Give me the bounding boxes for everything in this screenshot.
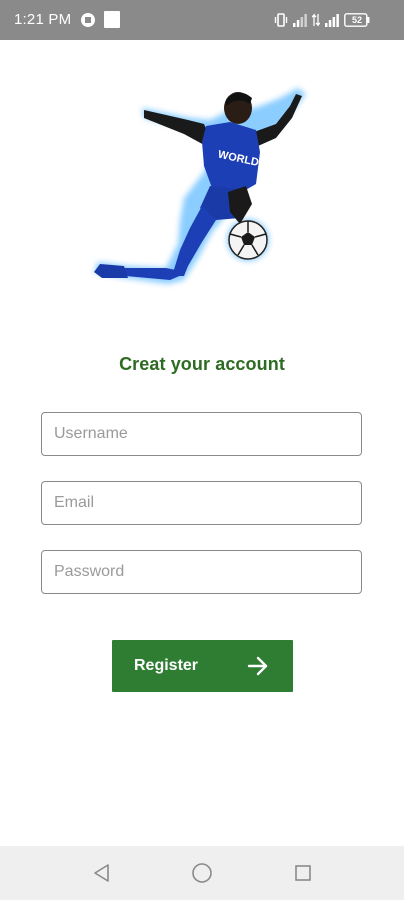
recents-icon[interactable]: [290, 860, 316, 886]
battery-icon: 52: [344, 13, 392, 27]
arrow-right-icon: [247, 655, 269, 677]
data-transfer-icon: [312, 13, 320, 27]
status-bar: 1:21 PM 52: [0, 0, 404, 40]
username-input[interactable]: [41, 412, 362, 456]
navigation-bar: [0, 846, 404, 900]
soccer-player-image: WORLD: [80, 80, 330, 310]
notification-square-icon: [104, 11, 120, 28]
status-time: 1:21 PM: [14, 11, 72, 28]
password-input[interactable]: [41, 550, 362, 594]
register-button-label: Register: [134, 657, 199, 674]
vibrate-icon: [274, 13, 288, 27]
battery-level: 52: [351, 15, 362, 25]
form-title: Creat your account: [119, 354, 285, 374]
signal-icon-1: [293, 13, 307, 27]
email-input[interactable]: [41, 481, 362, 525]
status-indicators: 52: [274, 11, 392, 29]
app-notification-icon: [80, 12, 96, 28]
home-icon[interactable]: [189, 860, 215, 886]
register-button[interactable]: Register: [112, 640, 293, 692]
back-icon[interactable]: [89, 860, 115, 886]
signal-icon-2: [325, 13, 339, 27]
